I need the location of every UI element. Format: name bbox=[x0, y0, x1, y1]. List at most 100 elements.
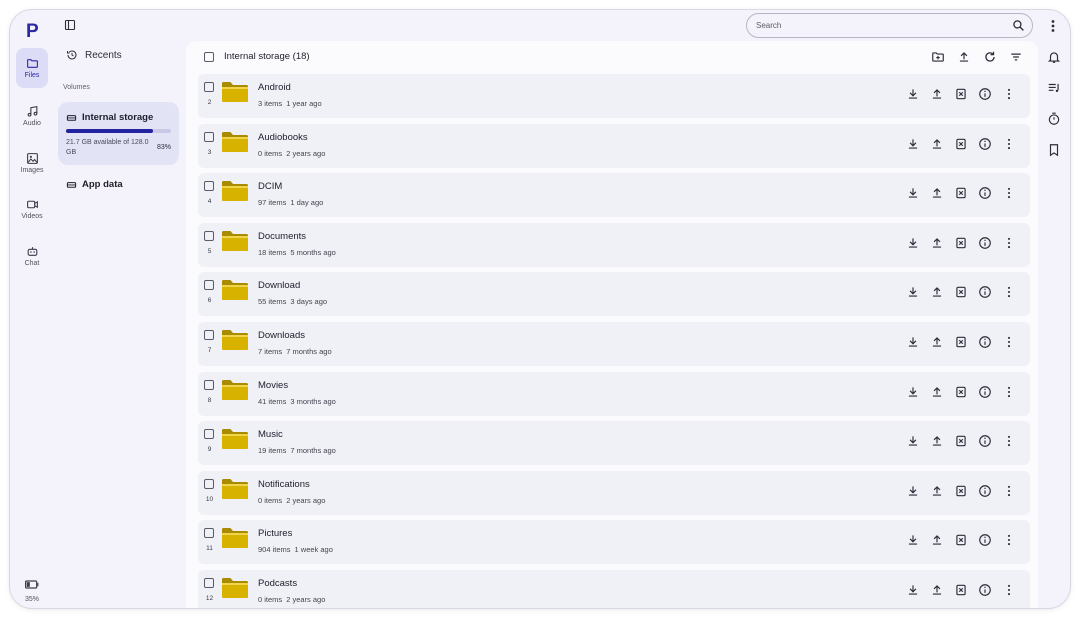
download-button[interactable] bbox=[906, 583, 920, 597]
upload-button[interactable] bbox=[930, 236, 944, 250]
row-checkbox[interactable] bbox=[204, 230, 214, 241]
download-button[interactable] bbox=[906, 236, 920, 250]
download-button[interactable] bbox=[906, 484, 920, 498]
sort-button[interactable] bbox=[1009, 50, 1023, 64]
delete-button[interactable] bbox=[954, 533, 968, 547]
rail-item-videos[interactable]: Videos bbox=[16, 189, 48, 229]
info-button[interactable] bbox=[978, 484, 992, 498]
file-row[interactable]: 9 Music 19 items 7 months ago bbox=[198, 421, 1030, 466]
file-row[interactable]: 8 Movies 41 items 3 months ago bbox=[198, 371, 1030, 416]
row-checkbox[interactable] bbox=[204, 578, 214, 588]
info-button[interactable] bbox=[978, 87, 992, 101]
app-logo[interactable]: P bbox=[21, 19, 43, 41]
download-button[interactable] bbox=[906, 137, 920, 151]
folder-name[interactable]: Pictures bbox=[258, 528, 292, 539]
row-checkbox[interactable] bbox=[204, 82, 214, 92]
more-vert-icon[interactable] bbox=[1047, 19, 1059, 33]
delete-button[interactable] bbox=[954, 137, 968, 151]
panel-toggle-icon[interactable] bbox=[64, 19, 76, 31]
row-checkbox[interactable] bbox=[204, 478, 214, 489]
upload-button[interactable] bbox=[930, 285, 944, 299]
file-row[interactable]: 4 DCIM 97 items 1 day ago bbox=[198, 173, 1030, 218]
row-checkbox[interactable] bbox=[204, 181, 214, 192]
more-options-button[interactable] bbox=[1002, 533, 1016, 547]
row-checkbox[interactable] bbox=[204, 131, 214, 142]
file-row[interactable]: 11 Pictures 904 items 1 week ago bbox=[198, 520, 1030, 565]
row-checkbox[interactable] bbox=[204, 379, 214, 390]
file-row[interactable]: 10 Notifications 0 items 2 years ago bbox=[198, 470, 1030, 515]
app-data-link[interactable]: App data bbox=[66, 179, 123, 190]
upload-button[interactable] bbox=[930, 533, 944, 547]
upload-button[interactable] bbox=[930, 385, 944, 399]
rail-item-files[interactable]: Files bbox=[16, 48, 48, 88]
more-options-button[interactable] bbox=[1002, 484, 1016, 498]
download-button[interactable] bbox=[906, 186, 920, 200]
notifications-button[interactable] bbox=[1047, 50, 1061, 64]
info-button[interactable] bbox=[978, 335, 992, 349]
more-options-button[interactable] bbox=[1002, 583, 1016, 597]
new-folder-button[interactable] bbox=[931, 50, 945, 64]
more-options-button[interactable] bbox=[1002, 236, 1016, 250]
file-row[interactable]: 5 Documents 18 items 5 months ago bbox=[198, 222, 1030, 267]
upload-button[interactable] bbox=[930, 186, 944, 200]
recents-link[interactable]: Recents bbox=[66, 49, 122, 61]
info-button[interactable] bbox=[978, 583, 992, 597]
folder-name[interactable]: DCIM bbox=[258, 181, 282, 192]
rail-item-audio[interactable]: Audio bbox=[16, 96, 48, 136]
search-icon[interactable] bbox=[1012, 19, 1025, 32]
download-button[interactable] bbox=[906, 434, 920, 448]
folder-name[interactable]: Downloads bbox=[258, 330, 305, 341]
upload-button[interactable] bbox=[957, 50, 971, 64]
download-button[interactable] bbox=[906, 533, 920, 547]
folder-name[interactable]: Music bbox=[258, 429, 283, 440]
more-options-button[interactable] bbox=[1002, 137, 1016, 151]
rail-item-chat[interactable]: Chat bbox=[16, 236, 48, 276]
refresh-button[interactable] bbox=[983, 50, 997, 64]
delete-button[interactable] bbox=[954, 186, 968, 200]
more-options-button[interactable] bbox=[1002, 385, 1016, 399]
file-row[interactable]: 3 Audiobooks 0 items 2 years ago bbox=[198, 123, 1030, 168]
download-button[interactable] bbox=[906, 385, 920, 399]
delete-button[interactable] bbox=[954, 484, 968, 498]
upload-button[interactable] bbox=[930, 137, 944, 151]
timer-button[interactable] bbox=[1047, 112, 1061, 126]
download-button[interactable] bbox=[906, 335, 920, 349]
delete-button[interactable] bbox=[954, 434, 968, 448]
folder-name[interactable]: Movies bbox=[258, 380, 288, 391]
delete-button[interactable] bbox=[954, 385, 968, 399]
info-button[interactable] bbox=[978, 385, 992, 399]
file-row[interactable]: 7 Downloads 7 items 7 months ago bbox=[198, 322, 1030, 366]
delete-button[interactable] bbox=[954, 335, 968, 349]
info-button[interactable] bbox=[978, 285, 992, 299]
row-checkbox[interactable] bbox=[204, 429, 214, 440]
upload-button[interactable] bbox=[930, 87, 944, 101]
search-bar[interactable]: Search bbox=[746, 13, 1033, 38]
upload-button[interactable] bbox=[930, 583, 944, 597]
download-button[interactable] bbox=[906, 87, 920, 101]
delete-button[interactable] bbox=[954, 285, 968, 299]
folder-name[interactable]: Download bbox=[258, 280, 300, 291]
folder-name[interactable]: Podcasts bbox=[258, 578, 297, 589]
bookmark-button[interactable] bbox=[1047, 143, 1061, 157]
more-options-button[interactable] bbox=[1002, 87, 1016, 101]
upload-button[interactable] bbox=[930, 484, 944, 498]
folder-name[interactable]: Documents bbox=[258, 231, 306, 242]
delete-button[interactable] bbox=[954, 236, 968, 250]
volume-internal-storage[interactable]: Internal storage 21.7 GB available of 12… bbox=[58, 102, 179, 165]
rail-item-images[interactable]: Images bbox=[16, 143, 48, 183]
file-row[interactable]: 12 Podcasts 0 items 2 years ago bbox=[198, 570, 1030, 608]
download-button[interactable] bbox=[906, 285, 920, 299]
info-button[interactable] bbox=[978, 533, 992, 547]
folder-name[interactable]: Audiobooks bbox=[258, 132, 308, 143]
delete-button[interactable] bbox=[954, 87, 968, 101]
folder-name[interactable]: Android bbox=[258, 82, 291, 93]
more-options-button[interactable] bbox=[1002, 335, 1016, 349]
row-checkbox[interactable] bbox=[204, 330, 214, 340]
more-options-button[interactable] bbox=[1002, 434, 1016, 448]
upload-button[interactable] bbox=[930, 434, 944, 448]
info-button[interactable] bbox=[978, 137, 992, 151]
search-input[interactable]: Search bbox=[756, 21, 781, 30]
playlist-button[interactable] bbox=[1047, 81, 1061, 95]
more-options-button[interactable] bbox=[1002, 186, 1016, 200]
row-checkbox[interactable] bbox=[204, 528, 214, 539]
